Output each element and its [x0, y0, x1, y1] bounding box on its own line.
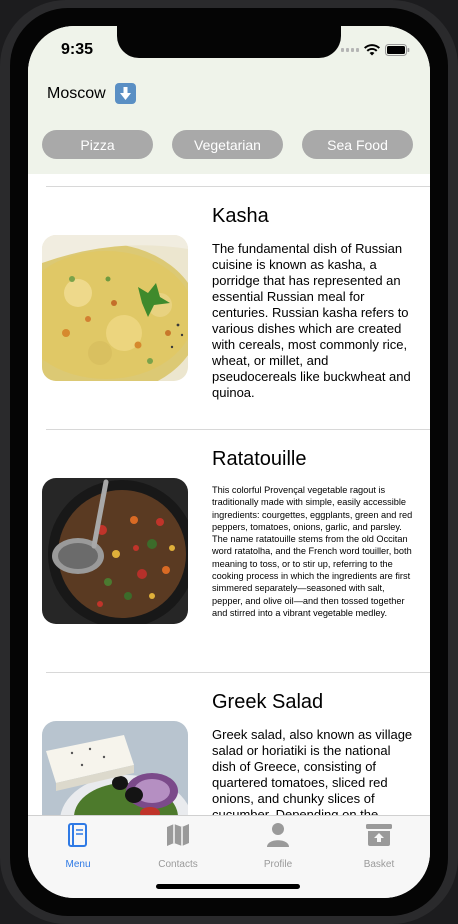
tab-contacts[interactable]: Contacts	[143, 822, 213, 870]
list-item-greek-salad[interactable]: Greek Salad Greek salad, also known as v…	[28, 673, 430, 815]
list-item-ratatouille[interactable]: Ratatouille This colorful Provençal vege…	[28, 430, 430, 672]
category-filter-bar: Pizza Vegetarian Sea Food	[42, 130, 418, 159]
status-time: 9:35	[61, 41, 94, 58]
signal-icon	[341, 48, 359, 52]
location-label: Moscow	[47, 84, 106, 102]
dish-image-greek-salad	[42, 721, 188, 815]
dish-name: Greek Salad	[212, 691, 324, 713]
tab-label: Basket	[363, 859, 395, 870]
status-icons	[341, 44, 410, 56]
dish-name: Kasha	[212, 205, 269, 227]
tab-menu[interactable]: Menu	[43, 822, 113, 870]
list-item-kasha[interactable]: Kasha The fundamental dish of Russian cu…	[28, 187, 430, 429]
dish-name: Ratatouille	[212, 448, 307, 470]
dish-image-kasha	[42, 235, 188, 381]
tab-profile[interactable]: Profile	[243, 822, 313, 870]
category-vegetarian-button[interactable]: Vegetarian	[172, 130, 283, 159]
wifi-icon	[364, 44, 380, 56]
dish-description: This colorful Provençal vegetable ragout…	[212, 485, 413, 618]
app-screen: 9:35 Moscow Pizza Vegetarian Sea Food Ka…	[28, 26, 430, 898]
arrow-down-icon[interactable]	[114, 83, 136, 104]
category-seafood-button[interactable]: Sea Food	[302, 130, 413, 159]
menu-list[interactable]: Kasha The fundamental dish of Russian cu…	[28, 174, 430, 815]
category-pizza-button[interactable]: Pizza	[42, 130, 153, 159]
device-notch	[117, 26, 341, 58]
home-indicator[interactable]	[156, 884, 300, 889]
map-icon	[165, 822, 191, 853]
tab-basket[interactable]: Basket	[344, 822, 414, 870]
tab-label: Profile	[263, 859, 293, 870]
dish-description: The fundamental dish of Russian cuisine …	[212, 241, 411, 400]
tab-label: Menu	[65, 859, 91, 870]
tab-label: Contacts	[158, 859, 198, 870]
dish-image-ratatouille	[42, 478, 188, 624]
person-icon	[266, 822, 290, 853]
basket-icon	[365, 822, 393, 853]
location-selector[interactable]: Moscow	[47, 83, 136, 104]
dish-description: Greek salad, also known as village salad…	[212, 727, 413, 815]
battery-icon	[385, 44, 410, 56]
menu-book-icon	[67, 822, 89, 853]
